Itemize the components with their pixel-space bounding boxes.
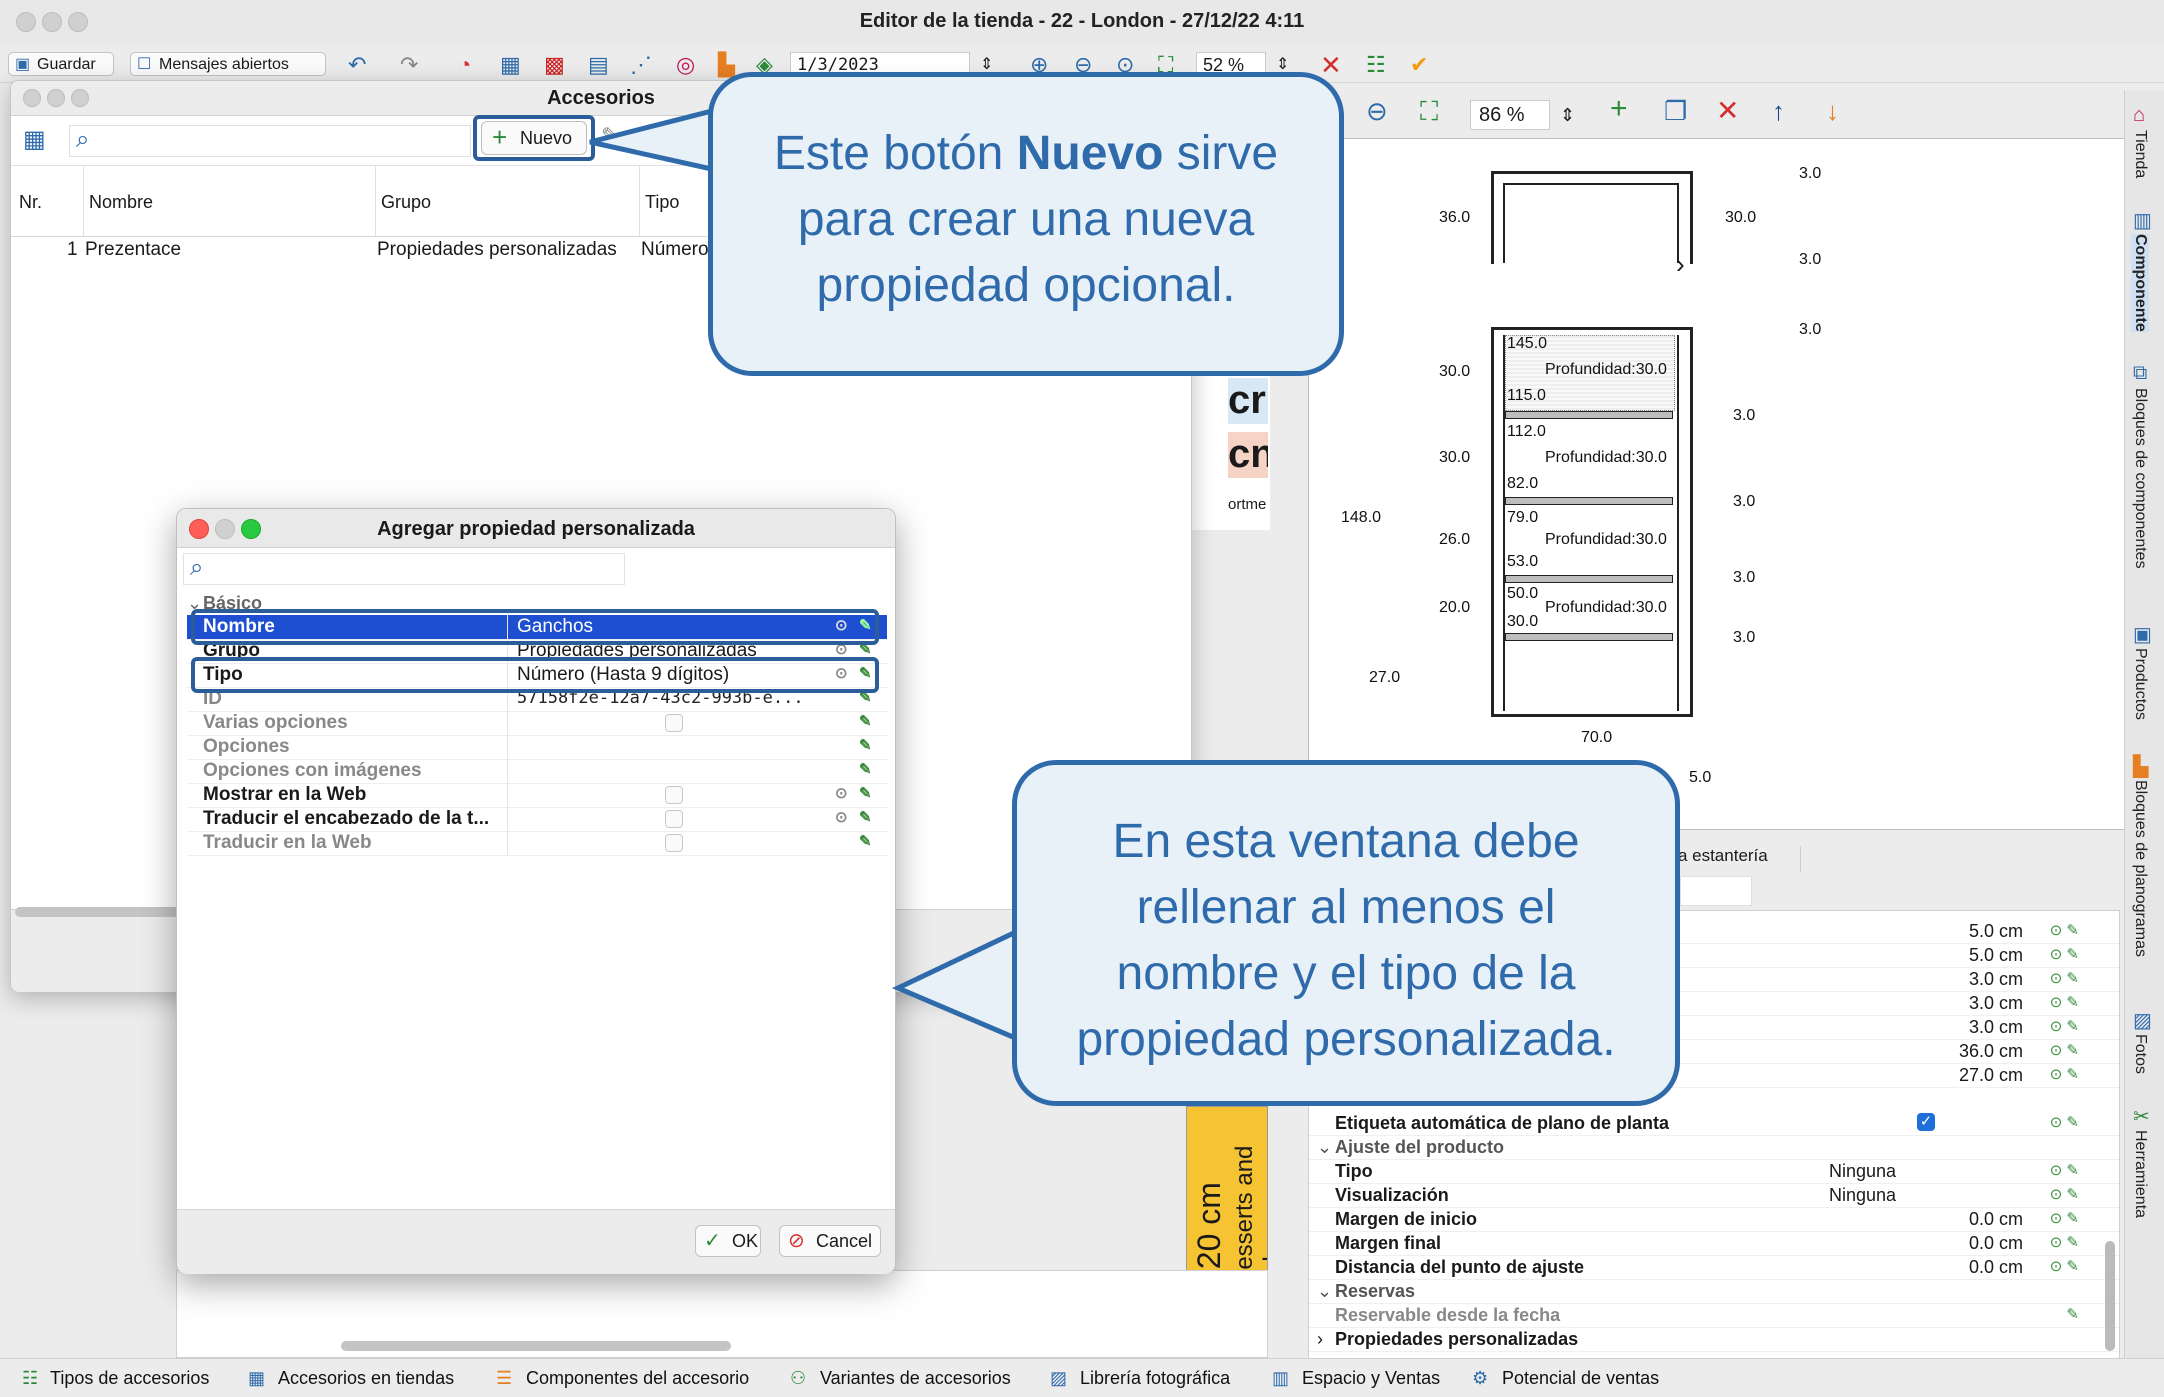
callout-pointer-nuevo bbox=[589, 106, 719, 174]
callout-window: En esta ventana debe rellenar al menos e… bbox=[1012, 760, 1680, 1106]
callout-nuevo: Este botón Nuevo sirve para crear una nu… bbox=[708, 72, 1344, 376]
callout-pointer-window bbox=[891, 926, 1023, 1044]
